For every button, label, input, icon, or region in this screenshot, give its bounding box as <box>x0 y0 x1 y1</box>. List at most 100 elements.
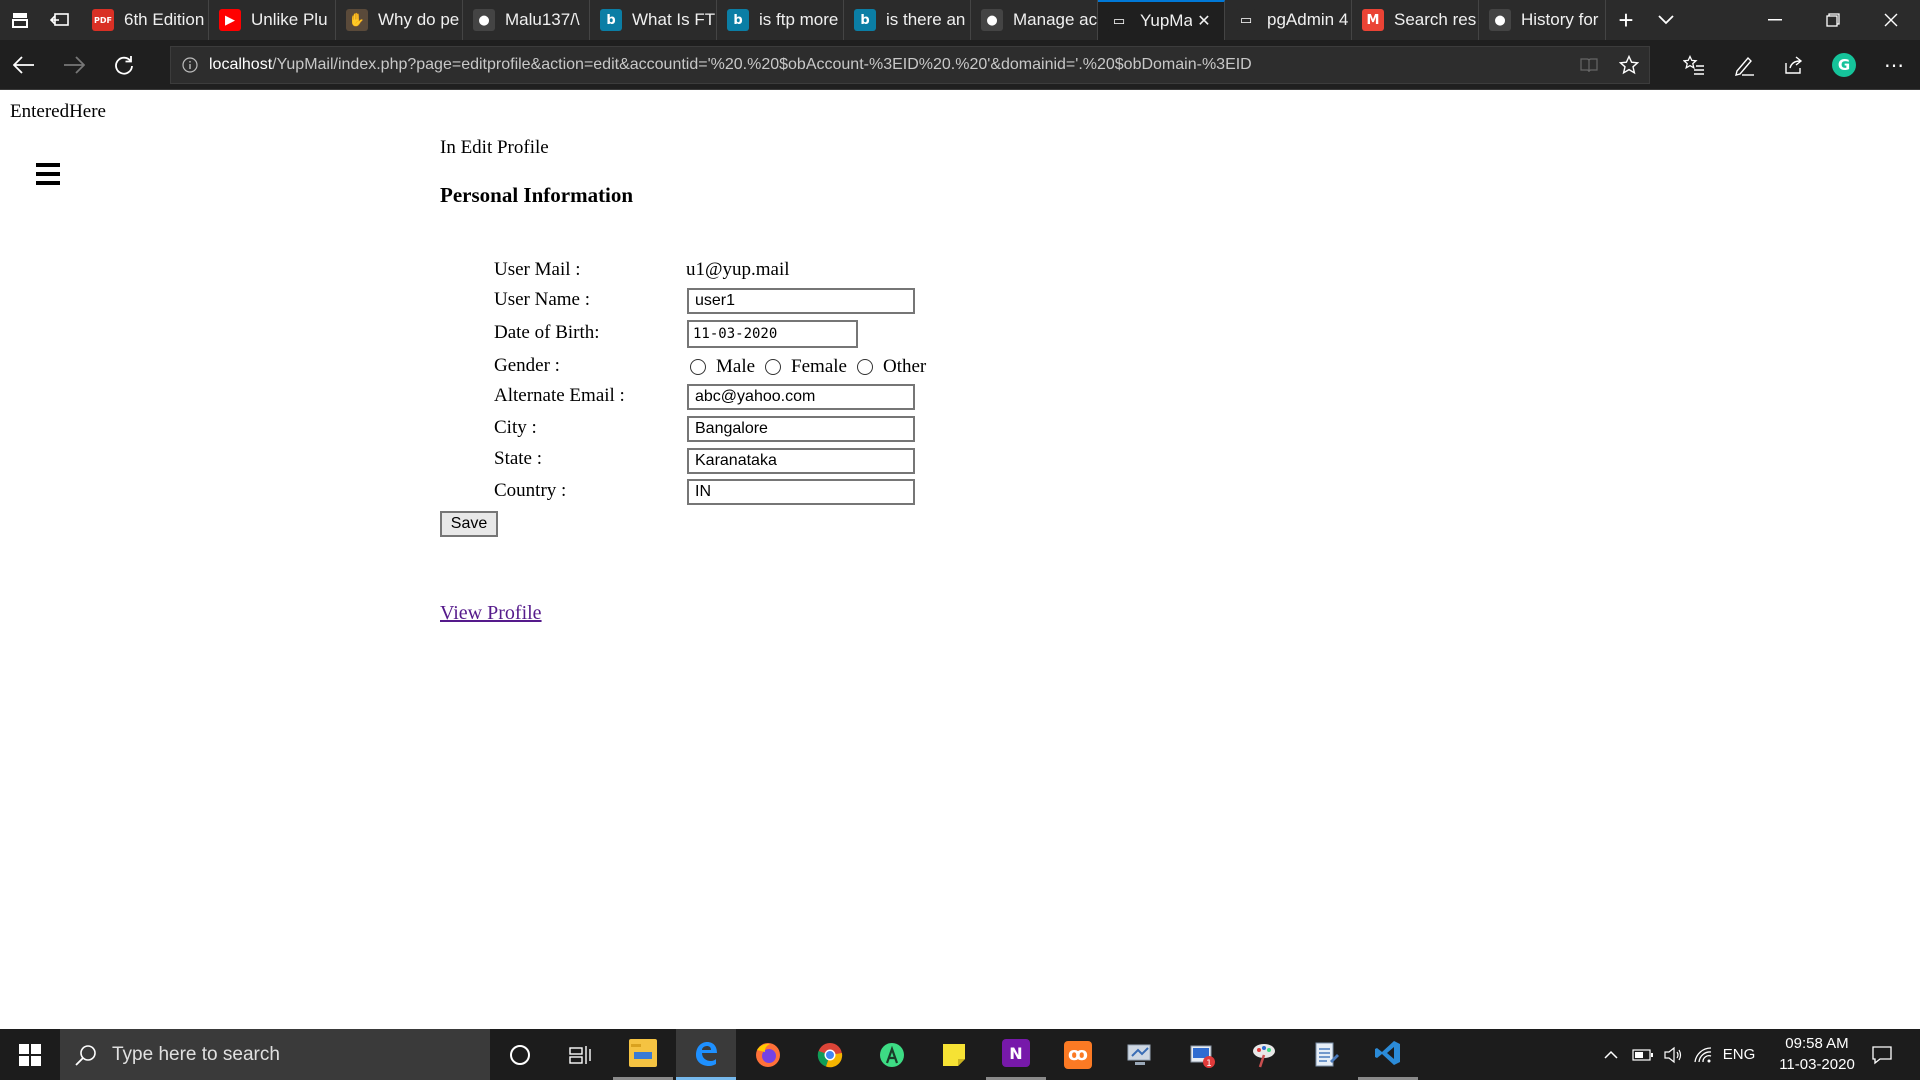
volume-icon[interactable] <box>1658 1029 1688 1080</box>
user-mail-value: u1@yup.mail <box>686 259 790 280</box>
gender-other-label: Other <box>882 356 927 377</box>
user-name-input[interactable]: user1 <box>687 288 915 314</box>
browser-tab[interactable]: ✋ Why do pe <box>336 0 463 40</box>
view-profile-link[interactable]: View Profile <box>440 602 542 625</box>
onenote-icon[interactable]: N <box>986 1029 1046 1080</box>
bing-icon: b <box>600 9 622 31</box>
gender-other-radio[interactable] <box>856 359 873 375</box>
gender-female-radio[interactable] <box>765 359 782 375</box>
github-icon: ● <box>981 9 1003 31</box>
browser-tab[interactable]: b is ftp more <box>717 0 844 40</box>
grammarly-extension-icon[interactable]: G <box>1824 45 1864 85</box>
clock-time: 09:58 AM <box>1785 1035 1849 1052</box>
favorite-star-icon[interactable] <box>1609 46 1649 84</box>
show-hidden-icons-chevron-icon[interactable] <box>1596 1029 1626 1080</box>
input-language[interactable]: ENG <box>1718 1029 1760 1080</box>
action-center-icon[interactable] <box>1862 1029 1902 1080</box>
forward-arrow-icon[interactable] <box>54 45 94 85</box>
tab-title: History for <box>1521 10 1599 29</box>
gender-female-label: Female <box>791 356 847 377</box>
tab-preview-chevron-icon[interactable] <box>1646 0 1686 40</box>
browser-tab[interactable]: ▶ Unlike Plu <box>209 0 336 40</box>
edit-profile-heading: In Edit Profile <box>440 137 549 158</box>
browser-tab[interactable]: b is there an <box>844 0 971 40</box>
paint-3d-icon[interactable] <box>1234 1029 1294 1080</box>
share-icon[interactable] <box>1774 45 1814 85</box>
battery-icon[interactable] <box>1628 1029 1658 1080</box>
browser-tab[interactable]: ▭ YupMa ✕ <box>1098 0 1225 40</box>
gender-male-radio[interactable] <box>690 359 706 375</box>
reading-view-icon[interactable] <box>1569 46 1609 84</box>
github-icon: ● <box>1489 9 1511 31</box>
browser-tab[interactable]: M Search res <box>1352 0 1479 40</box>
tab-title: What Is FT <box>632 10 716 29</box>
gender-radio-group: Male Female Other <box>690 356 936 378</box>
remote-desktop-icon[interactable] <box>1110 1029 1170 1080</box>
android-studio-icon[interactable] <box>862 1029 922 1080</box>
close-window-icon[interactable] <box>1862 0 1920 40</box>
gender-male-label: Male <box>716 356 756 377</box>
city-input[interactable]: Bangalore <box>687 416 915 442</box>
page-icon: ▭ <box>1108 10 1130 32</box>
bing-icon: b <box>854 9 876 31</box>
refresh-icon[interactable] <box>104 45 144 85</box>
file-explorer-icon[interactable] <box>613 1029 673 1080</box>
back-arrow-icon[interactable] <box>4 45 44 85</box>
new-tab-icon[interactable]: + <box>1606 0 1646 40</box>
alternate-email-input[interactable]: abc@yahoo.com <box>687 384 915 410</box>
tab-actions-icon[interactable] <box>0 0 40 40</box>
url-text[interactable]: localhost/YupMail/index.php?page=editpro… <box>209 56 1569 74</box>
set-aside-tabs-icon[interactable] <box>40 0 80 40</box>
state-input[interactable]: Karanataka <box>687 448 915 474</box>
browser-tab[interactable]: b What Is FT <box>590 0 717 40</box>
personal-information-title: Personal Information <box>440 183 634 207</box>
close-tab-icon[interactable]: ✕ <box>1192 9 1216 33</box>
city-value: Bangalore <box>695 420 768 437</box>
notepad-icon[interactable] <box>1296 1029 1356 1080</box>
browser-tab[interactable]: ● Manage ac <box>971 0 1098 40</box>
more-options-icon[interactable]: ⋯ <box>1874 45 1914 85</box>
clock[interactable]: 09:58 AM 11-03-2020 <box>1762 1033 1872 1075</box>
date-of-birth-input[interactable]: 11-03-2020 <box>687 320 858 348</box>
tab-title: Search res <box>1394 10 1477 29</box>
state-value: Karanataka <box>695 452 777 469</box>
tab-list: PDF 6th Edition ▶ Unlike Plu ✋ Why do pe ● Malu… <box>82 0 1606 40</box>
xampp-icon[interactable]: ꝏ <box>1048 1029 1108 1080</box>
state-label: State : <box>494 448 543 469</box>
hamburger-menu-icon[interactable] <box>36 163 60 185</box>
clock-date: 11-03-2020 <box>1779 1056 1855 1073</box>
url-path: /YupMail/index.php?page=editprofile&acti… <box>272 56 1252 73</box>
browser-tab[interactable]: PDF 6th Edition <box>82 0 209 40</box>
tab-title: Manage ac <box>1013 10 1097 29</box>
country-value: IN <box>695 483 711 500</box>
vscode-icon[interactable] <box>1358 1029 1418 1080</box>
favorites-list-icon[interactable] <box>1674 45 1714 85</box>
edge-browser-icon[interactable] <box>676 1029 736 1080</box>
browser-tab[interactable]: ● History for <box>1479 0 1606 40</box>
city-label: City : <box>494 417 537 438</box>
site-info-icon[interactable] <box>171 57 209 73</box>
pdf-icon: PDF <box>92 9 114 31</box>
browser-tab[interactable]: ▭ pgAdmin 4 <box>1225 0 1352 40</box>
firefox-icon[interactable] <box>738 1029 798 1080</box>
address-bar[interactable]: localhost/YupMail/index.php?page=editpro… <box>170 46 1650 84</box>
user-name-value: user1 <box>695 292 736 309</box>
restore-icon[interactable] <box>1804 0 1862 40</box>
cortana-icon[interactable] <box>490 1029 550 1080</box>
windows-start-icon[interactable] <box>0 1029 60 1080</box>
task-view-icon[interactable] <box>550 1029 610 1080</box>
windows-taskbar: Type here to search N ꝏ 1 ENG 09:58 AM 1… <box>0 1029 1920 1080</box>
country-label: Country : <box>494 480 567 501</box>
browser-tab[interactable]: ● Malu137/\ <box>463 0 590 40</box>
wifi-icon[interactable] <box>1688 1029 1718 1080</box>
chrome-icon[interactable] <box>800 1029 860 1080</box>
save-button[interactable]: Save <box>440 511 498 537</box>
url-host: localhost <box>209 56 273 73</box>
alternate-email-value: abc@yahoo.com <box>695 388 816 405</box>
snipping-tool-icon[interactable]: 1 <box>1172 1029 1232 1080</box>
minimize-icon[interactable] <box>1746 0 1804 40</box>
web-note-pen-icon[interactable] <box>1724 45 1764 85</box>
taskbar-search-box[interactable]: Type here to search <box>60 1029 490 1080</box>
country-input[interactable]: IN <box>687 479 915 505</box>
sticky-notes-icon[interactable] <box>924 1029 984 1080</box>
